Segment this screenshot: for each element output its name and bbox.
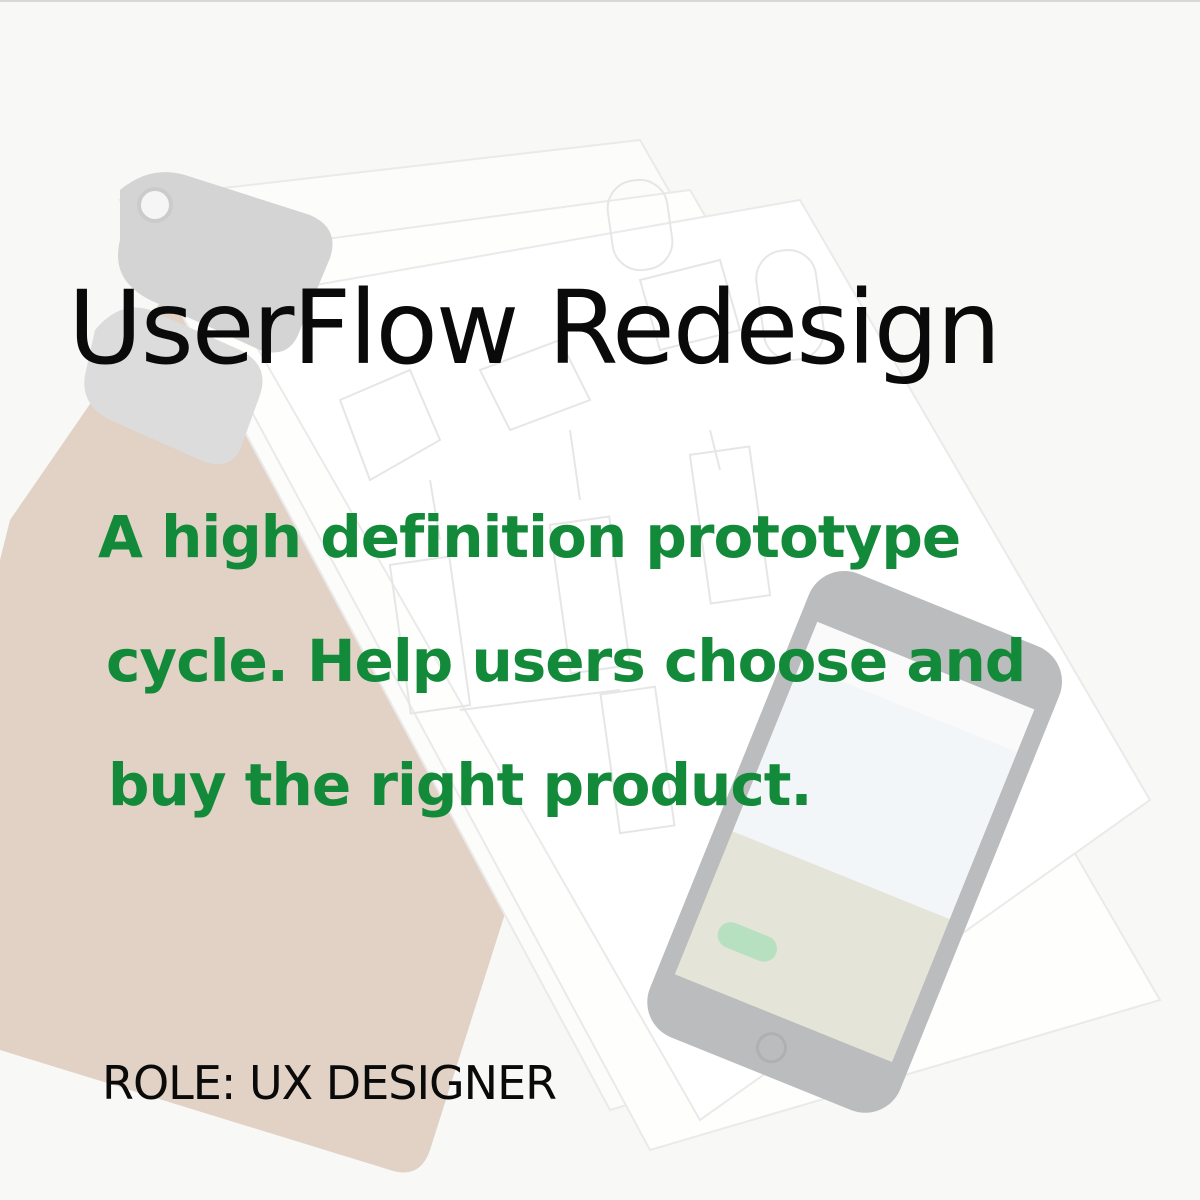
light-overlay xyxy=(0,0,1200,1200)
subtitle-line-1: A high definition prototype xyxy=(98,503,961,571)
page-title: UserFlow Redesign xyxy=(68,269,1001,388)
role-label: ROLE: UX DESIGNER xyxy=(102,1056,557,1110)
subtitle-line-3: buy the right product. xyxy=(108,751,812,819)
subtitle-line-2: cycle. Help users choose and xyxy=(106,627,1026,695)
cover-card: UserFlow Redesign A high definition prot… xyxy=(0,0,1200,1200)
